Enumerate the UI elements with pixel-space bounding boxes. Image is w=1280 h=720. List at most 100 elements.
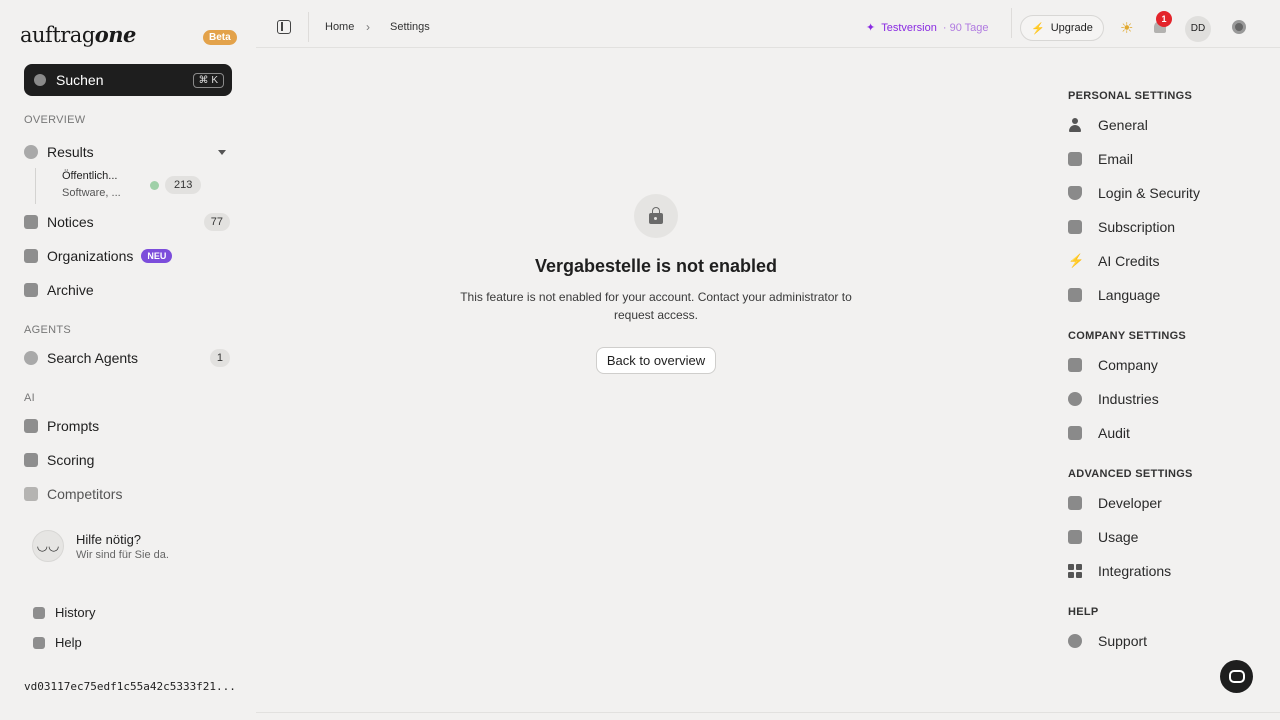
sidebar-item-label: Archive — [47, 282, 94, 298]
settings-item-label: Email — [1098, 151, 1134, 167]
search-agents-count: 1 — [209, 349, 230, 367]
sidebar-item-help[interactable]: Help — [33, 635, 82, 650]
sidebar-item-history[interactable]: History — [33, 605, 95, 620]
settings-item-label: Company — [1098, 357, 1158, 373]
sidebar-item-prompts[interactable]: Prompts — [24, 412, 232, 440]
back-to-overview-button[interactable]: Back to overview — [596, 347, 716, 374]
gear-icon[interactable] — [1232, 20, 1246, 34]
settings-item-label: AI Credits — [1098, 253, 1160, 269]
sidebar-toggle-icon[interactable] — [277, 20, 291, 34]
settings-item-label: Developer — [1098, 495, 1162, 511]
lifebuoy-icon — [1068, 634, 1082, 648]
sidebar-item-notices[interactable]: Notices 77 — [24, 208, 232, 236]
sidebar: auftragone Beta Suchen ⌘ K OVERVIEW Resu… — [0, 0, 256, 720]
agent-icon — [24, 351, 38, 365]
document-icon — [24, 215, 38, 229]
settings-item-label: Language — [1098, 287, 1161, 303]
clipboard-icon — [1068, 426, 1082, 440]
sidebar-item-label: Help — [55, 635, 82, 650]
shield-icon — [1068, 186, 1082, 200]
settings-item-email[interactable]: Email — [1068, 147, 1258, 171]
avatar[interactable]: DD — [1185, 16, 1211, 42]
settings-item-support[interactable]: Support — [1068, 629, 1258, 653]
divider — [256, 712, 1280, 713]
settings-item-label: Industries — [1098, 391, 1159, 407]
chat-icon[interactable] — [1220, 660, 1253, 693]
section-overview: OVERVIEW — [24, 114, 86, 126]
chevron-right-icon: › — [366, 20, 370, 34]
user-icon — [1068, 118, 1082, 132]
sidebar-item-search-agents[interactable]: Search Agents 1 — [24, 344, 232, 372]
search-button[interactable]: Suchen ⌘ K — [24, 64, 232, 96]
building-icon — [24, 249, 38, 263]
logo[interactable]: auftragone — [20, 22, 136, 47]
breadcrumb-home[interactable]: Home — [325, 21, 354, 33]
sidebar-item-archive[interactable]: Archive — [24, 276, 232, 304]
divider — [308, 12, 309, 42]
headphones-icon: ◡◡ — [32, 530, 64, 562]
bookmark-icon — [24, 283, 38, 297]
settings-item-label: Support — [1098, 633, 1148, 649]
settings-item-login-security[interactable]: Login & Security — [1068, 181, 1258, 205]
settings-item-language[interactable]: Language — [1068, 283, 1258, 307]
chevron-down-icon[interactable] — [218, 149, 226, 155]
sidebar-item-label: Competitors — [47, 486, 123, 502]
settings-item-audit[interactable]: Audit — [1068, 421, 1258, 445]
integrations-icon — [1068, 564, 1082, 578]
sidebar-item-label: Organizations — [47, 248, 134, 264]
credit-card-icon — [1068, 220, 1082, 234]
upgrade-button[interactable]: ⚡ Upgrade — [1020, 15, 1104, 41]
settings-item-developer[interactable]: Developer — [1068, 491, 1258, 515]
bell-icon[interactable] — [150, 181, 159, 190]
settings-item-industries[interactable]: Industries — [1068, 387, 1258, 411]
bolt-icon: ⚡ — [1031, 22, 1045, 35]
sidebar-item-label: Results — [47, 144, 94, 160]
sidebar-item-results[interactable]: Results — [24, 138, 232, 166]
help-card-title: Hilfe nötig? — [76, 531, 142, 547]
breadcrumb-settings: Settings — [390, 21, 430, 33]
advanced-settings-title: ADVANCED SETTINGS — [1068, 468, 1193, 480]
sidebar-item-organizations[interactable]: Organizations NEU — [24, 242, 232, 270]
trial-days: · 90 Tage — [942, 21, 989, 34]
settings-item-general[interactable]: General — [1068, 113, 1258, 137]
settings-item-subscription[interactable]: Subscription — [1068, 215, 1258, 239]
settings-item-label: General — [1098, 117, 1148, 133]
help-icon — [33, 636, 45, 649]
sidebar-item-label: Search Agents — [47, 350, 139, 366]
notices-count: 77 — [203, 213, 230, 231]
subitem-count: 213 — [165, 176, 202, 194]
version-string: vd03117ec75edf1c55a42c5333f21... — [24, 680, 234, 693]
lock-icon — [634, 194, 678, 238]
settings-item-company[interactable]: Company — [1068, 353, 1258, 377]
search-shortcut: ⌘ K — [192, 72, 224, 88]
sidebar-item-scoring[interactable]: Scoring — [24, 446, 232, 474]
scoring-icon — [24, 453, 38, 467]
section-agents: AGENTS — [24, 324, 72, 336]
history-icon — [33, 606, 45, 619]
settings-item-ai-credits[interactable]: ⚡ AI Credits — [1068, 249, 1258, 273]
new-badge: NEU — [141, 249, 173, 263]
logo-main: auftrag — [20, 23, 95, 47]
empty-state-description: This feature is not enabled for your acc… — [460, 290, 852, 322]
settings-item-label: Login & Security — [1098, 185, 1200, 201]
divider — [1011, 8, 1012, 38]
building-icon — [1068, 358, 1082, 372]
settings-item-integrations[interactable]: Integrations — [1068, 559, 1258, 583]
help-card[interactable]: ◡◡ Hilfe nötig? Wir sind für Sie da. — [32, 530, 169, 562]
section-ai: AI — [24, 392, 35, 404]
sun-icon[interactable]: ☀ — [1120, 19, 1133, 37]
settings-item-usage[interactable]: Usage — [1068, 525, 1258, 549]
logo-accent: one — [94, 22, 137, 47]
mail-icon — [1068, 152, 1082, 166]
notification-badge: 1 — [1156, 11, 1172, 27]
help-settings-title: HELP — [1068, 606, 1099, 618]
empty-state-title: Vergabestelle is not enabled — [534, 256, 778, 276]
sidebar-item-label: Notices — [47, 214, 94, 230]
trial-indicator[interactable]: ✦ Testversion · 90 Tage — [866, 21, 989, 35]
terminal-icon — [1068, 496, 1082, 510]
settings-item-label: Subscription — [1098, 219, 1176, 235]
sidebar-item-competitors[interactable]: Competitors — [24, 480, 232, 508]
language-icon — [1068, 288, 1082, 302]
upgrade-label: Upgrade — [1050, 22, 1093, 34]
sidebar-item-label: Scoring — [47, 452, 95, 468]
